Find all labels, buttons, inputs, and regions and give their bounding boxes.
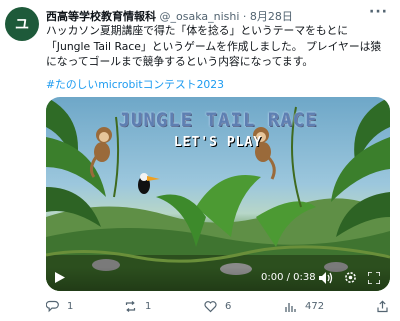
views-count: 472 (305, 301, 325, 312)
lets-play-text: LET'S PLAY (173, 135, 263, 150)
avatar-text: ユ (15, 17, 29, 33)
like-count: 6 (225, 301, 232, 312)
game-title-text: JUNGLE TAIL RACE (118, 109, 318, 131)
tweet-actions: 1 1 6 472 (46, 300, 391, 316)
video-player[interactable]: JUNGLE TAIL RACE LET'S PLAY 0:00 / 0:38 (46, 97, 390, 291)
tweet-text: ハッカソン夏期講座で得た「体を捻る」というテーマをもとに「Jungle Tail… (46, 24, 382, 68)
tweet-date[interactable]: 8月28日 (250, 10, 293, 23)
settings-icon[interactable] (344, 271, 357, 284)
views-button[interactable]: 472 (284, 300, 324, 313)
avatar[interactable]: ユ (5, 7, 39, 41)
more-options-button[interactable]: ··· (369, 4, 388, 20)
more-icon: ··· (369, 4, 388, 20)
fullscreen-icon[interactable] (368, 272, 380, 284)
share-icon (377, 300, 388, 313)
video-time: 0:00 / 0:38 (261, 272, 316, 283)
retweet-icon (125, 301, 136, 312)
play-icon[interactable] (55, 272, 65, 283)
separator-dot: · (242, 10, 247, 23)
retweet-button[interactable]: 1 (124, 300, 151, 313)
retweet-count: 1 (145, 301, 152, 312)
video-controls: 0:00 / 0:38 (46, 267, 390, 291)
reply-count: 1 (67, 301, 74, 312)
share-button[interactable] (376, 300, 397, 313)
like-button[interactable]: 6 (204, 300, 231, 313)
reply-icon (46, 300, 59, 313)
like-icon (204, 301, 217, 313)
author-handle[interactable]: @_osaka_nishi (160, 10, 240, 23)
views-icon (285, 303, 296, 312)
reply-button[interactable]: 1 (46, 300, 73, 313)
volume-icon[interactable] (319, 272, 333, 284)
hashtag-link[interactable]: #たのしいmicrobitコンテスト2023 (46, 76, 224, 92)
author-name[interactable]: 西高等学校教育情報科 (46, 10, 156, 23)
tweet-header: 西高等学校教育情報科 @_osaka_nishi · 8月28日 (46, 8, 293, 24)
